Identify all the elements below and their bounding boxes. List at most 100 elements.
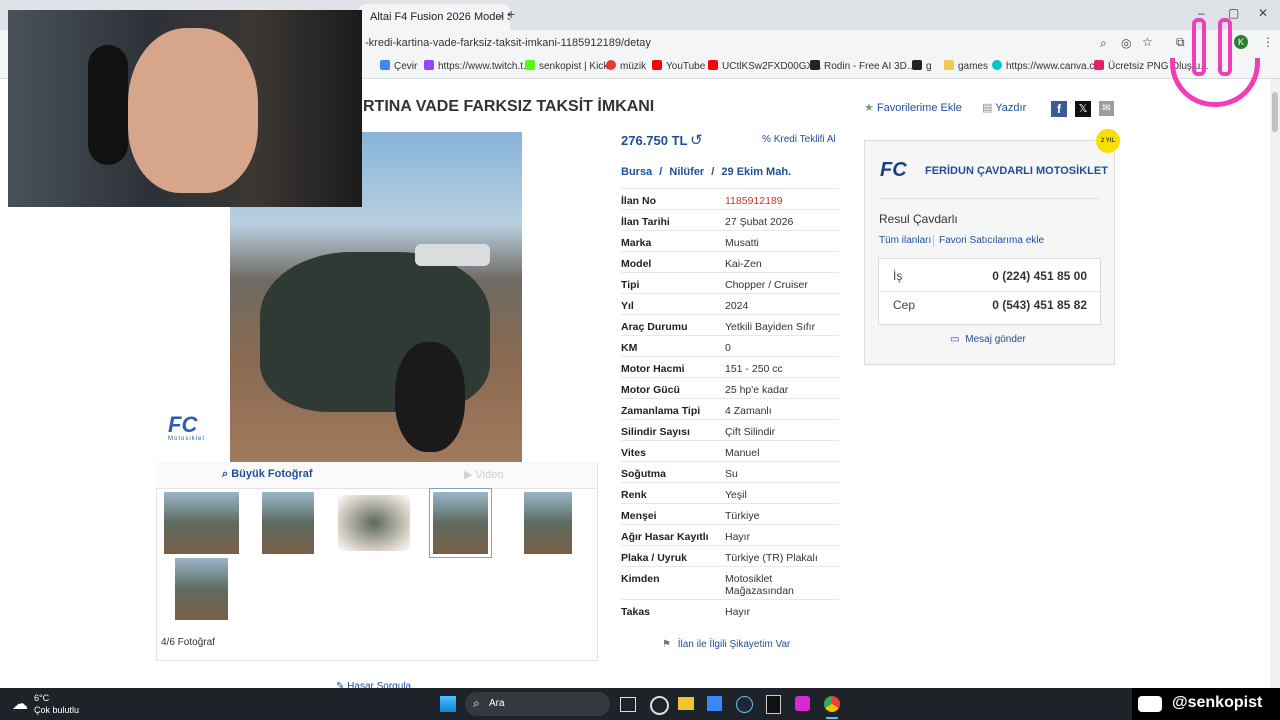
- detail-value: 4 Zamanlı: [725, 405, 772, 417]
- search-icon: ⌕: [473, 696, 480, 710]
- detail-value: Musatti: [725, 237, 759, 249]
- bookmark-item[interactable]: https://www.twitch.t...: [424, 56, 531, 78]
- detail-row: Tipi Chopper / Cruiser: [621, 272, 839, 294]
- detail-value: Türkiye: [725, 510, 760, 522]
- location-city[interactable]: Bursa: [621, 166, 652, 178]
- x-share-icon[interactable]: 𝕏: [1075, 101, 1091, 117]
- photo-thumbnail[interactable]: [262, 492, 314, 554]
- mail-share-icon[interactable]: ✉: [1099, 101, 1114, 116]
- complaint-link[interactable]: ⚑ İlan ile İlgili Şikayetim Var: [662, 639, 790, 650]
- phone-box: İş 0 (224) 451 85 00 Cep 0 (543) 451 85 …: [878, 258, 1101, 325]
- location-neighborhood[interactable]: 29 Ekim Mah.: [721, 166, 791, 178]
- detail-row: İlan No 1185912189: [621, 188, 839, 210]
- detail-row: Renk Yeşil: [621, 482, 839, 504]
- scrollbar[interactable]: [1270, 79, 1280, 688]
- big-photo-button[interactable]: ⌕ Büyük Fotoğraf: [222, 468, 313, 481]
- bookmark-item[interactable]: Rodin - Free AI 3D...: [810, 56, 915, 78]
- epic-icon[interactable]: [766, 695, 781, 714]
- location-district[interactable]: Nilüfer: [669, 166, 704, 178]
- bookmark-item[interactable]: Çevir: [380, 56, 417, 78]
- phone-label-work: İş: [893, 269, 903, 283]
- photo-thumbnail[interactable]: [164, 492, 239, 554]
- store-icon[interactable]: [707, 696, 722, 711]
- phone-number-mobile[interactable]: 0 (543) 451 85 82: [992, 298, 1087, 312]
- detail-key: Kimden: [621, 573, 660, 585]
- photo-thumbnail[interactable]: [175, 558, 228, 620]
- file-explorer-icon[interactable]: [678, 697, 694, 710]
- store-logo[interactable]: FC: [880, 159, 907, 182]
- favorites-link[interactable]: ★ Favorilerime Ekle: [864, 101, 962, 114]
- phone-number-work[interactable]: 0 (224) 451 85 00: [992, 269, 1087, 283]
- webcam-overlay: [8, 10, 362, 207]
- detail-key: Silindir Sayısı: [621, 426, 690, 438]
- printer-icon: ▤: [982, 102, 993, 114]
- all-listings-link[interactable]: Tüm ilanları: [879, 235, 931, 246]
- steam-icon[interactable]: [736, 696, 753, 713]
- detail-key: Menşei: [621, 510, 657, 522]
- divider: [879, 198, 1099, 199]
- detail-row: Soğutma Su: [621, 461, 839, 483]
- detail-row: Takas Hayır: [621, 599, 839, 621]
- detail-value: 27 Şubat 2026: [725, 216, 794, 228]
- task-view-icon[interactable]: [620, 697, 636, 712]
- photo-thumbnail[interactable]: [338, 495, 410, 551]
- detail-key: Tipi: [621, 279, 640, 291]
- detail-key: Yıl: [621, 300, 634, 312]
- send-message-button[interactable]: ▭ Mesaj gönder: [950, 334, 1026, 345]
- detail-key: Soğutma: [621, 468, 666, 480]
- bookmark-item[interactable]: müzik: [606, 56, 646, 78]
- bookmark-item[interactable]: https://www.canva.c...: [992, 56, 1103, 78]
- facebook-share-icon[interactable]: f: [1051, 101, 1067, 117]
- detail-value: 25 hp'e kadar: [725, 384, 789, 396]
- detail-row: Zamanlama Tipi 4 Zamanlı: [621, 398, 839, 420]
- eye-off-icon[interactable]: ◎: [1121, 36, 1131, 50]
- taskbar-search[interactable]: ⌕ Ara: [465, 692, 610, 716]
- magnifier-icon: ⌕: [222, 468, 229, 480]
- bookmark-item[interactable]: YouTube: [652, 56, 705, 78]
- bookmark-item[interactable]: g: [912, 56, 932, 78]
- detail-key: Araç Durumu: [621, 321, 688, 333]
- chrome-icon[interactable]: [824, 696, 840, 712]
- print-link[interactable]: ▤ Yazdır: [982, 101, 1026, 114]
- phone-label-mobile: Cep: [893, 298, 916, 312]
- zoom-icon[interactable]: ⌕: [1100, 36, 1107, 51]
- app-icon[interactable]: [795, 696, 810, 711]
- bookmark-item[interactable]: games: [944, 56, 988, 78]
- scrollbar-thumb[interactable]: [1272, 92, 1278, 132]
- browser-tab[interactable]: Altai F4 Fusion 2026 Model Sc ×: [358, 4, 510, 30]
- watermark-logo: FC Motosiklet: [168, 412, 206, 443]
- store-name[interactable]: FERİDUN ÇAVDARLI MOTOSİKLET: [925, 165, 1108, 177]
- windows-start-icon[interactable]: [440, 696, 456, 712]
- favorite-seller-link[interactable]: Favori Satıcılarıma ekle: [939, 235, 1044, 246]
- smiley-overlay: [1170, 18, 1260, 118]
- detail-key: İlan Tarihi: [621, 216, 670, 228]
- detail-key: Motor Hacmi: [621, 363, 685, 375]
- photo-thumbnail[interactable]: [524, 492, 572, 554]
- weather-text[interactable]: Çok bulutlu: [34, 705, 79, 715]
- photo-thumbnail-selected[interactable]: [429, 488, 492, 558]
- bookmark-item[interactable]: UCtlKSw2FXD00GX...: [708, 56, 821, 78]
- credit-offer-link[interactable]: % Kredi Teklifi Al: [762, 134, 836, 145]
- menu-icon[interactable]: ⋮: [1262, 35, 1274, 49]
- divider: [933, 235, 934, 247]
- app-icon[interactable]: [650, 696, 669, 715]
- price-history-icon[interactable]: ↺: [690, 131, 703, 149]
- detail-value: Kai-Zen: [725, 258, 762, 270]
- location-breadcrumb: Bursa / Nilüfer / 29 Ekim Mah.: [621, 166, 792, 178]
- close-window-button[interactable]: ✕: [1258, 6, 1268, 20]
- detail-key: Marka: [621, 237, 652, 249]
- divider: [879, 291, 1100, 292]
- weather-temp[interactable]: 6°C: [34, 693, 49, 703]
- video-button[interactable]: ▶ Video: [464, 468, 503, 481]
- detail-row: Ağır Hasar Kayıtlı Hayır: [621, 524, 839, 546]
- tab-close-icon[interactable]: ×: [498, 4, 504, 30]
- detail-key: Motor Gücü: [621, 384, 680, 396]
- detail-key: İlan No: [621, 195, 657, 207]
- photo-counter: 4/6 Fotoğraf: [161, 637, 215, 648]
- detail-row: Yıl 2024: [621, 293, 839, 315]
- new-tab-button[interactable]: +: [507, 6, 515, 22]
- detail-value: Manuel: [725, 447, 760, 459]
- url-text[interactable]: -kredi-kartina-vade-farksiz-taksit-imkan…: [365, 30, 651, 56]
- bookmark-item[interactable]: senkopist | Kick: [525, 56, 608, 78]
- bookmark-star-icon[interactable]: ☆: [1142, 35, 1153, 49]
